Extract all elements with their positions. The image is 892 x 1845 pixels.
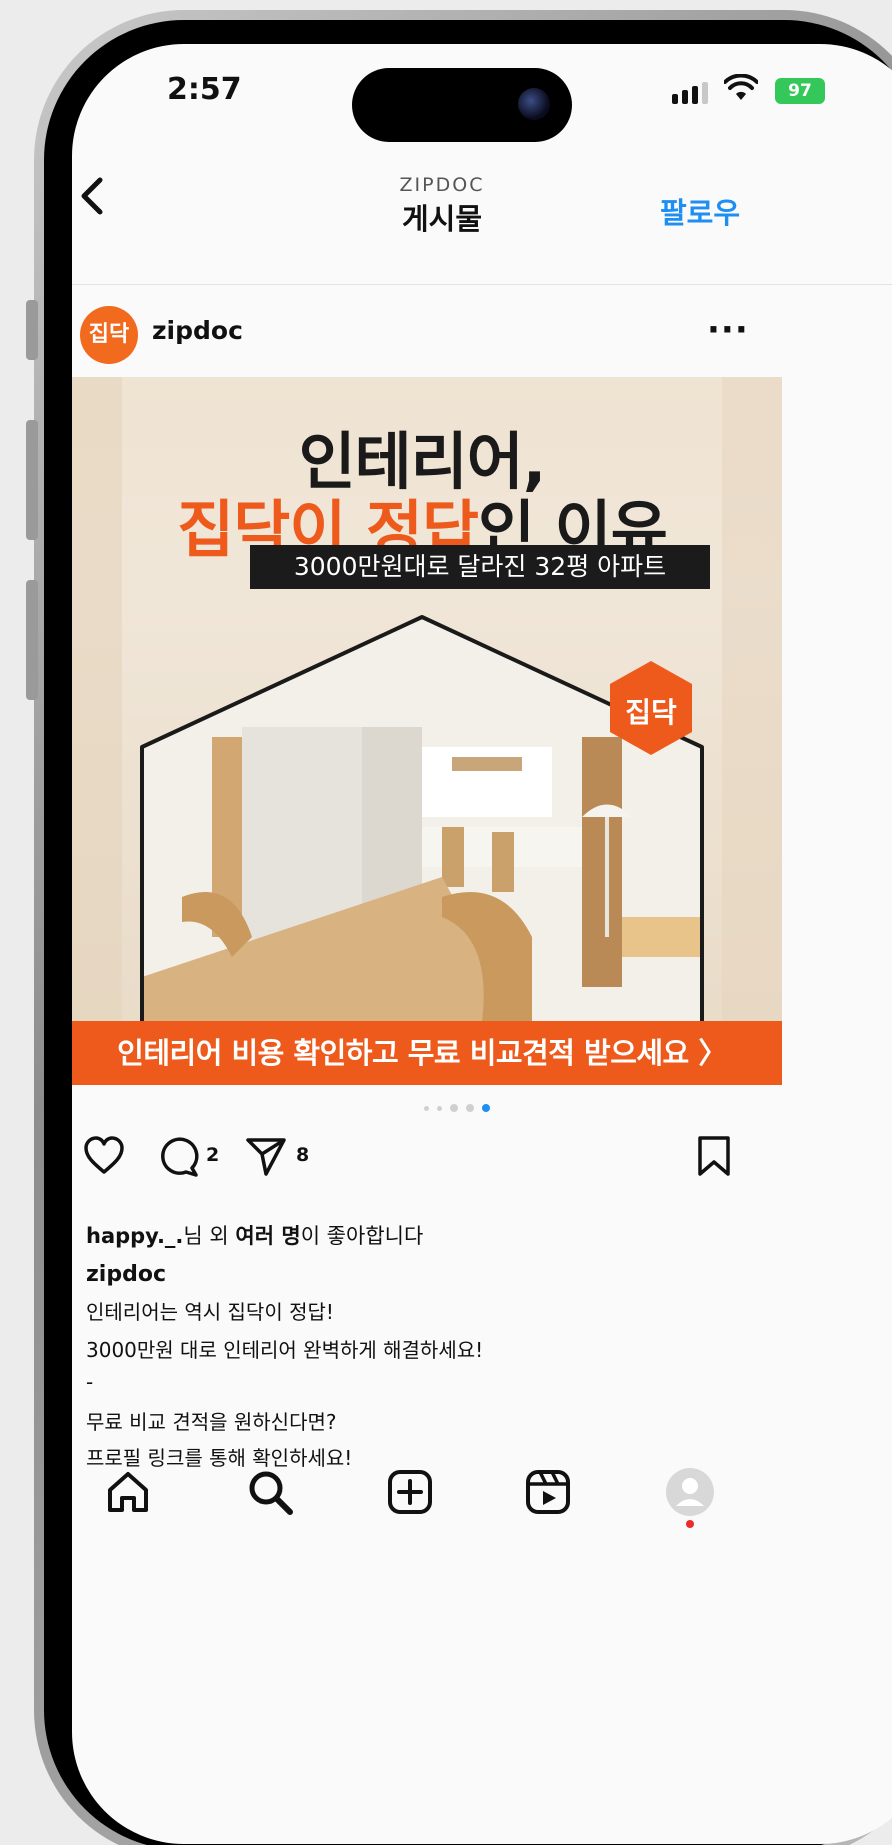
bookmark-icon[interactable] [692,1134,736,1178]
signal-icon [672,82,708,104]
caption-line: 무료 비교 견적을 원하신다면? [86,1410,337,1434]
caption-line: 3000만원 대로 인테리어 완벽하게 해결하세요! [86,1338,484,1362]
caption-line: 인테리어는 역시 집닥이 정답! [86,1300,334,1324]
likes-tail: 이 좋아합니다 [300,1224,424,1248]
comment-count: 2 [206,1144,220,1166]
more-icon[interactable]: ··· [707,310,749,350]
liker-username[interactable]: happy._. [86,1224,183,1248]
caption-line: - [86,1370,94,1394]
mute-switch [26,300,38,360]
volume-up-button [26,420,38,540]
search-icon[interactable] [244,1466,296,1518]
likes-text: happy._.님 외 여러 명이 좋아합니다 [86,1220,423,1250]
badge-text: 집닥 [625,696,677,729]
notification-dot [686,1520,694,1528]
carousel-dots [424,1104,490,1112]
zipdoc-badge: 집닥 [608,659,694,757]
carousel-dot [424,1105,429,1111]
post-username[interactable]: zipdoc [152,316,243,345]
add-icon[interactable] [384,1466,436,1518]
heart-icon[interactable] [82,1134,126,1178]
caption-username[interactable]: zipdoc [86,1262,166,1287]
carousel-dot [450,1104,458,1112]
header-divider [72,284,892,285]
cta-banner[interactable]: 인테리어 비용 확인하고 무료 비교견적 받으세요 〉 [72,1021,782,1085]
home-icon[interactable] [102,1466,154,1518]
phone-screen: 2:57 97 ZIPDOC 게시물 팔로우 집닥 zipdoc ··· 인테리… [72,44,892,1844]
status-time: 2:57 [167,72,242,107]
battery-indicator: 97 [775,78,825,104]
carousel-dot-active [482,1104,490,1112]
comment-icon[interactable] [156,1134,200,1178]
reels-icon[interactable] [522,1466,574,1518]
carousel-dot [437,1105,442,1111]
volume-down-button [26,580,38,700]
carousel-dot [466,1104,474,1112]
follow-button[interactable]: 팔로우 [660,190,740,232]
likes-middle: 님 외 [183,1224,236,1248]
avatar[interactable]: 집닥 [80,306,138,364]
sub-banner: 3000만원대로 달라진 32평 아파트 [250,545,710,589]
share-icon[interactable] [244,1134,288,1178]
share-count: 8 [296,1144,310,1166]
wifi-icon [723,73,759,110]
front-camera-icon [518,88,550,120]
dynamic-island [352,68,572,142]
likes-others[interactable]: 여러 명 [235,1224,300,1248]
profile-icon[interactable] [664,1466,716,1518]
post-image[interactable]: 인테리어, 집닥이 정답인 이유 3000만원대로 달라진 32평 아파트 집닥 [72,377,782,1085]
